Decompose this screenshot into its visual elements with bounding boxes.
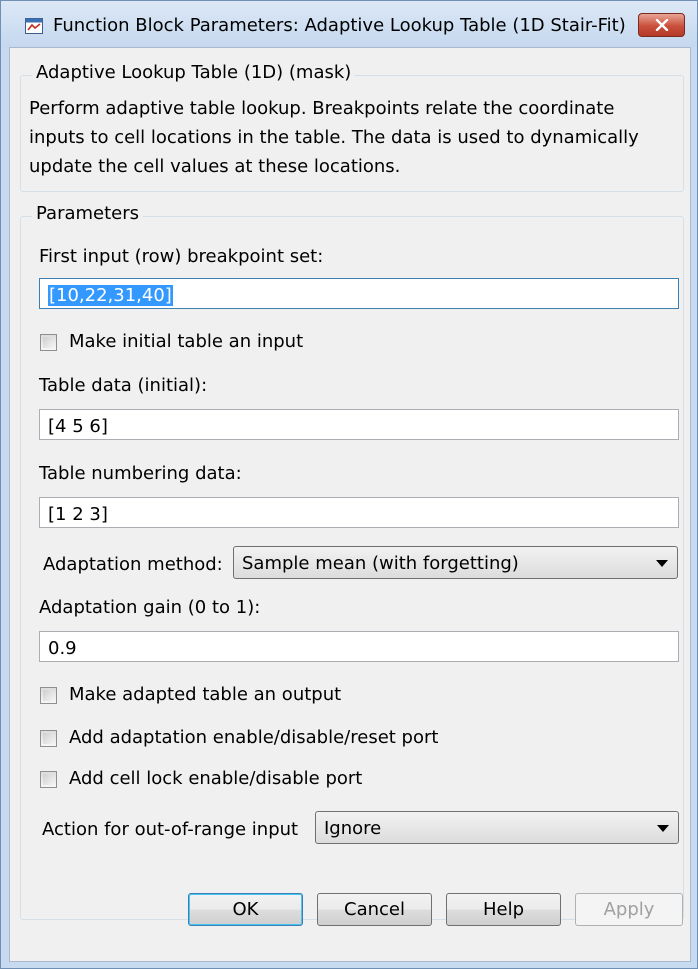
adapted-output-checkbox[interactable]	[40, 687, 57, 704]
dialog-body: Adaptive Lookup Table (1D) (mask) Perfor…	[9, 47, 691, 962]
parameters-legend: Parameters	[32, 203, 144, 224]
adaptation-gain-field[interactable]: 0.9	[39, 631, 679, 662]
simulink-app-icon	[25, 18, 43, 34]
adaptation-port-label: Add adaptation enable/disable/reset port	[69, 727, 439, 748]
out-of-range-label: Action for out-of-range input	[42, 819, 299, 840]
table-numbering-value: [1 2 3]	[48, 504, 108, 525]
first-input-field[interactable]: [10,22,31,40]	[39, 278, 679, 309]
adaptation-gain-value: 0.9	[48, 638, 77, 659]
mask-legend: Adaptive Lookup Table (1D) (mask)	[32, 62, 356, 83]
out-of-range-dropdown[interactable]: Ignore	[315, 811, 679, 844]
help-button[interactable]: Help	[446, 893, 561, 926]
first-input-value: [10,22,31,40]	[48, 285, 173, 306]
close-icon	[655, 19, 668, 31]
initial-table-input-label: Make initial table an input	[69, 331, 304, 352]
table-numbering-field[interactable]: [1 2 3]	[39, 497, 679, 528]
chevron-down-icon	[657, 825, 669, 832]
adaptation-method-dropdown[interactable]: Sample mean (with forgetting)	[233, 546, 678, 579]
ok-button[interactable]: OK	[188, 893, 303, 926]
table-data-label: Table data (initial):	[39, 375, 208, 396]
adapted-output-label: Make adapted table an output	[69, 684, 342, 705]
dialog-window: Function Block Parameters: Adaptive Look…	[0, 0, 698, 969]
chevron-down-icon	[656, 560, 668, 567]
cancel-button[interactable]: Cancel	[317, 893, 432, 926]
table-data-field[interactable]: [4 5 6]	[39, 409, 679, 440]
window-title: Function Block Parameters: Adaptive Look…	[53, 15, 626, 36]
description-text: Perform adaptive table lookup. Breakpoin…	[29, 98, 639, 177]
cell-lock-checkbox[interactable]	[40, 771, 57, 788]
adaptation-gain-label: Adaptation gain (0 to 1):	[39, 597, 261, 618]
cell-lock-label: Add cell lock enable/disable port	[69, 768, 363, 789]
adaptation-method-value: Sample mean (with forgetting)	[242, 553, 519, 574]
adaptation-port-checkbox[interactable]	[40, 730, 57, 747]
table-data-value: [4 5 6]	[48, 416, 108, 437]
close-button[interactable]	[638, 13, 685, 37]
adaptation-method-label: Adaptation method:	[43, 554, 223, 575]
first-input-label: First input (row) breakpoint set:	[39, 246, 324, 267]
initial-table-input-checkbox[interactable]	[40, 334, 57, 351]
table-numbering-label: Table numbering data:	[39, 463, 242, 484]
title-bar: Function Block Parameters: Adaptive Look…	[1, 1, 697, 47]
apply-button[interactable]: Apply	[575, 893, 683, 926]
out-of-range-value: Ignore	[324, 818, 382, 839]
